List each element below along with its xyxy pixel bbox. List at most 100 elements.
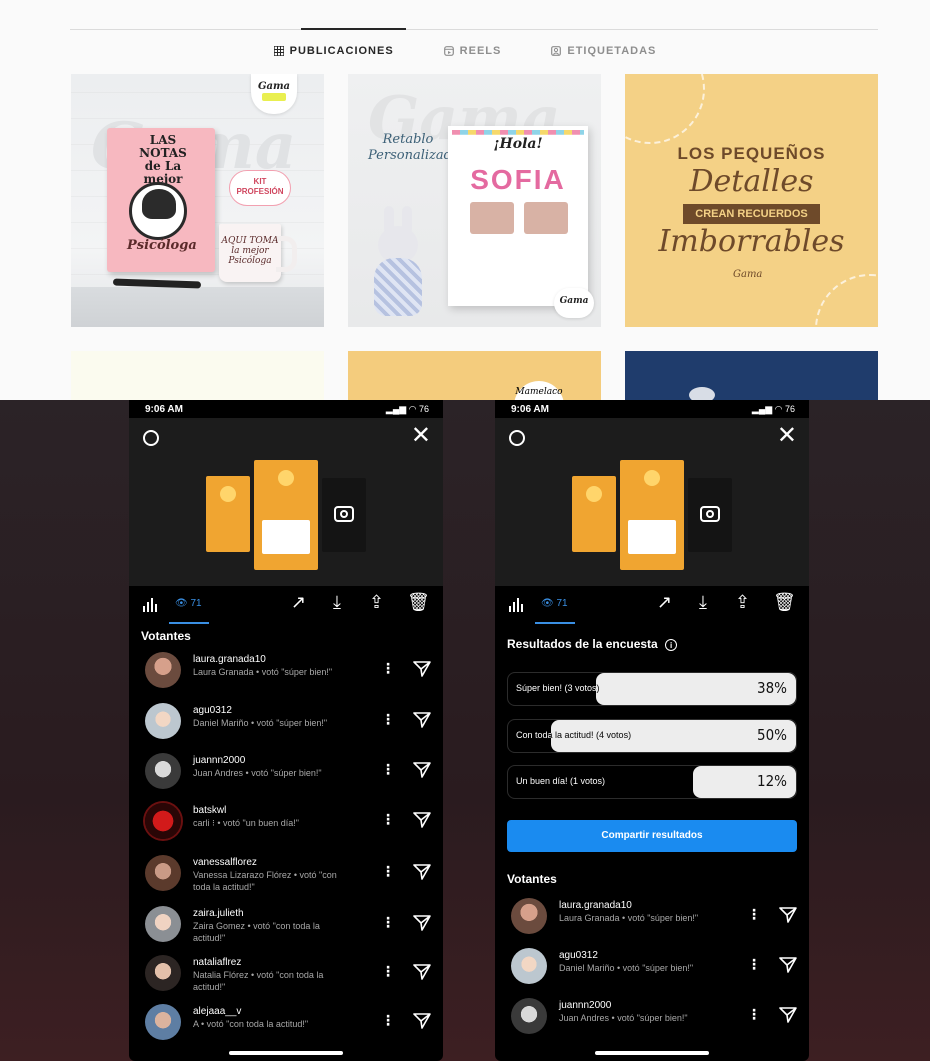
voter-row[interactable]: agu0312 Daniel Mariño • votó "súper bien… [495,942,809,990]
voter-row[interactable]: laura.granada10 Laura Granada • votó "sú… [495,892,809,940]
add-story-camera[interactable] [322,478,366,552]
settings-icon[interactable] [509,430,525,446]
avatar [511,998,547,1034]
story-thumbnail-current[interactable] [254,460,318,570]
poll-option: Un buen día! (1 votos) 12% [507,765,797,799]
send-message-icon[interactable] [413,811,431,829]
share-results-button[interactable]: Compartir resultados [507,820,797,852]
send-message-icon[interactable] [413,963,431,981]
more-options-icon[interactable]: ⋮ [381,963,395,980]
battery-level: 76 [418,404,429,414]
more-options-icon[interactable]: ⋮ [381,761,395,778]
post-row2-1[interactable] [71,351,324,400]
more-options-icon[interactable]: ⋮ [747,956,761,973]
voters-heading: Votantes [507,872,557,886]
voter-description: Vanessa Lizarazo Flórez • votó "con toda… [193,870,337,892]
story-thumbnail-previous[interactable] [572,476,616,552]
delete-icon[interactable]: 🗑 [407,592,430,613]
download-icon[interactable]: ⤓ [699,592,707,613]
brand-logo: Gama [251,74,297,114]
send-message-icon[interactable] [779,906,797,924]
profile-tabs: PUBLICACIONES REELS ETIQUETADAS [0,45,930,57]
status-time: 9:06 AM [145,404,183,415]
active-tab-indicator [169,622,209,624]
voter-row[interactable]: agu0312 Daniel Mariño • votó "súper bien… [129,697,443,745]
poll-option-label: Súper bien! (3 votos) [516,683,600,693]
send-message-icon[interactable] [779,956,797,974]
delete-icon[interactable]: 🗑 [773,592,796,613]
phone-screenshots-section: 9:06 AM ▂▄▆ ◠ 76 ✕ 👁 71 ↗ ⤓ ⇪ 🗑 Votantes… [0,400,930,1061]
poll-option-label: Con toda la actitud! (4 votos) [516,730,632,740]
more-options-icon[interactable]: ⋮ [381,711,395,728]
viewers-tab[interactable]: 👁 71 [541,598,568,609]
story-header: ✕ [495,418,809,586]
send-message-icon[interactable] [413,761,431,779]
voter-row[interactable]: nataliaflrez Natalia Flórez • votó "con … [129,949,443,997]
tab-etiquetadas[interactable]: ETIQUETADAS [551,45,656,57]
more-options-icon[interactable]: ⋮ [381,811,395,828]
more-options-icon[interactable]: ⋮ [381,1012,395,1029]
send-message-icon[interactable] [413,660,431,678]
viewers-tab[interactable]: 👁 71 [175,598,202,609]
promote-icon[interactable]: ↗ [657,592,672,613]
more-options-icon[interactable]: ⋮ [747,1006,761,1023]
info-icon[interactable]: i [665,639,678,651]
share-icon[interactable]: ⇪ [369,592,384,613]
status-icons: ▂▄▆ ◠ 76 [751,404,795,414]
home-indicator[interactable] [595,1051,709,1055]
send-message-icon[interactable] [413,1012,431,1030]
voter-row[interactable]: vanessalflorez Vanessa Lizarazo Flórez •… [129,849,443,897]
kit-badge: KIT PROFESIÓN [229,170,291,206]
post-psicologa-kit[interactable]: Gama LAS NOTAS de La mejor Psicóloga KIT… [71,74,324,327]
more-options-icon[interactable]: ⋮ [747,906,761,923]
send-message-icon[interactable] [779,1006,797,1024]
promote-icon[interactable]: ↗ [291,592,306,613]
camera-icon [700,506,720,522]
headline-ribbon: CREAN RECUERDOS [683,204,820,224]
more-options-icon[interactable]: ⋮ [381,914,395,931]
story-thumbnail-previous[interactable] [206,476,250,552]
phone-poll-results-screen: 9:06 AM ▂▄▆ ◠ 76 ✕ 👁 71 ↗ ⤓ ⇪ 🗑 Resultad… [495,400,809,1061]
poll-option: Súper bien! (3 votos) 38% [507,672,797,706]
home-indicator[interactable] [229,1051,343,1055]
send-message-icon[interactable] [413,914,431,932]
settings-icon[interactable] [143,430,159,446]
phone-voters-screen: 9:06 AM ▂▄▆ ◠ 76 ✕ 👁 71 ↗ ⤓ ⇪ 🗑 Votantes… [129,400,443,1061]
close-icon[interactable]: ✕ [777,424,797,448]
voter-row[interactable]: zaira.julieth Zaira Gomez • votó "con to… [129,900,443,948]
sun-graphic [586,486,602,502]
more-options-icon[interactable]: ⋮ [381,660,395,677]
dashed-decoration [625,74,705,144]
sun-graphic [220,486,236,502]
voter-username: juannn2000 [193,755,246,766]
voter-username: agu0312 [559,950,598,961]
share-icon[interactable]: ⇪ [735,592,750,613]
close-icon[interactable]: ✕ [411,424,431,448]
send-message-icon[interactable] [413,863,431,881]
post-row2-3[interactable] [625,351,878,400]
post-retablo-sofia[interactable]: Gama Retablo Personalizado ¡Hola! SOFIA … [348,74,601,327]
dashed-decoration [815,274,878,327]
more-options-icon[interactable]: ⋮ [381,863,395,880]
add-story-camera[interactable] [688,478,732,552]
voter-row[interactable]: juannn2000 Juan Andres • votó "súper bie… [495,992,809,1040]
greeting-text: ¡Hola! [493,136,543,152]
voter-row[interactable]: alejaaa__v A • votó "con toda la actitud… [129,998,443,1046]
avatar [145,1004,181,1040]
voter-row[interactable]: laura.granada10 Laura Granada • votó "sú… [129,646,443,694]
notebook-caption: Psicóloga [127,238,197,253]
voter-row[interactable]: batskwl carli ⁝ • votó "un buen día!" ⋮ [129,797,443,845]
insights-icon[interactable] [509,598,525,612]
voter-row[interactable]: juannn2000 Juan Andres • votó "súper bie… [129,747,443,795]
post-row2-2[interactable]: Mamelaco [348,351,601,400]
tab-publicaciones[interactable]: PUBLICACIONES [273,45,394,57]
tab-reels[interactable]: REELS [443,45,502,57]
post-pequenos-detalles[interactable]: LOS PEQUEÑOS Detalles CREAN RECUERDOS Im… [625,74,878,327]
brand-name: Gama [733,269,763,280]
voter-username: juannn2000 [559,1000,612,1011]
brand-tag [262,93,286,101]
insights-icon[interactable] [143,598,159,612]
send-message-icon[interactable] [413,711,431,729]
download-icon[interactable]: ⤓ [333,592,341,613]
story-thumbnail-current[interactable] [620,460,684,570]
